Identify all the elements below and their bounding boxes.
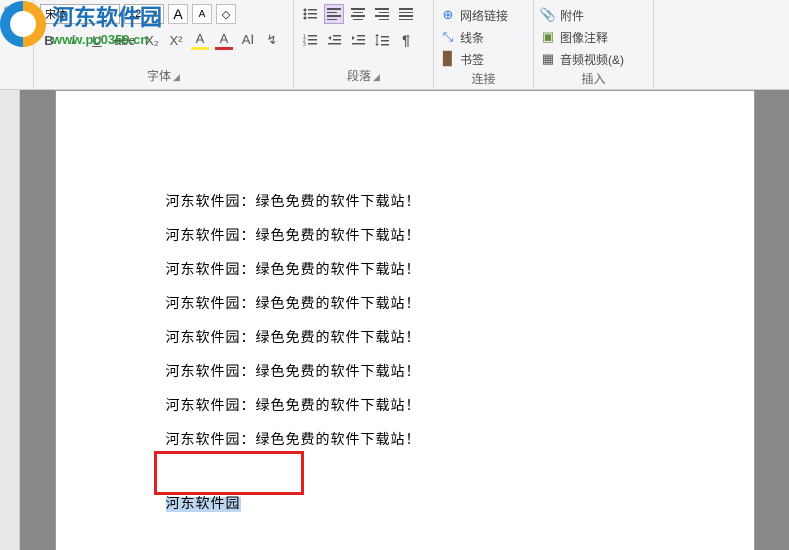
asian-layout-button[interactable]: AⅠ: [239, 30, 257, 50]
align-justify-button[interactable]: [396, 4, 416, 24]
bullet-list-icon: [303, 7, 317, 21]
red-annotation-box: [154, 451, 304, 495]
number-list-icon: 123: [303, 33, 317, 47]
increase-font-button[interactable]: A: [168, 4, 188, 24]
font-size-dropdown[interactable]: 12 ▼: [124, 4, 164, 24]
indent-icon: [351, 33, 365, 47]
show-marks-button[interactable]: ¶: [396, 30, 416, 50]
align-right-button[interactable]: [372, 4, 392, 24]
clear-format-button[interactable]: ◇: [216, 4, 236, 24]
image-icon: ▣: [540, 29, 556, 45]
bookmark-button[interactable]: ▉ 书签: [440, 48, 527, 70]
edit-diting-label: diting: [4, 19, 31, 30]
globe-link-icon: ⊕: [440, 7, 456, 23]
align-left-button[interactable]: [324, 4, 344, 24]
align-center-icon: [351, 8, 365, 20]
font-name-dropdown[interactable]: 宋体 ▼: [40, 4, 120, 24]
ribbon-group-insert: 📎 附件 ▣ 图像注释 ▦ 音频视频(&) 插入: [534, 0, 654, 88]
line-icon: ⤡: [440, 29, 456, 45]
ribbon-group-paragraph: 123 ¶ 段落◢: [294, 0, 434, 88]
superscript-button[interactable]: X²: [167, 30, 185, 50]
bookmark-icon: ▉: [440, 51, 456, 67]
paragraph-line[interactable]: 河东软件园：绿色免费的软件下载站！: [166, 327, 644, 347]
ribbon-group-links: ⊕ 网络链接 ⤡ 线条 ▉ 书签 连接: [434, 0, 534, 88]
strikethrough-button[interactable]: abc: [112, 30, 137, 50]
workspace: 河东软件园：绿色免费的软件下载站！ 河东软件园：绿色免费的软件下载站！ 河东软件…: [0, 90, 789, 550]
eraser-icon: ◇: [222, 8, 230, 21]
group-label-paragraph: 段落◢: [300, 67, 427, 88]
decrease-indent-button[interactable]: [324, 30, 344, 50]
ribbon-group-edit: eflow diting: [2, 0, 34, 88]
line-spacing-icon: [375, 33, 389, 47]
group-label-insert: 插入: [540, 70, 647, 91]
paragraph-line[interactable]: 河东软件园：绿色免费的软件下载站！: [166, 361, 644, 381]
paragraph-line[interactable]: 河东软件园：绿色免费的软件下载站！: [166, 429, 644, 449]
dialog-launcher-icon[interactable]: ◢: [173, 72, 180, 82]
paragraph-line[interactable]: 河东软件园：绿色免费的软件下载站！: [166, 259, 644, 279]
chevron-down-icon: ▼: [151, 10, 159, 19]
number-list-button[interactable]: 123: [300, 30, 320, 50]
line-button[interactable]: ⤡ 线条: [440, 26, 527, 48]
ribbon-group-font: 宋体 ▼ 12 ▼ A A ◇ B I U: [34, 0, 294, 88]
font-color-button[interactable]: A: [215, 30, 233, 50]
paragraph-line[interactable]: 河东软件园：绿色免费的软件下载站！: [166, 293, 644, 313]
bold-button[interactable]: B: [40, 30, 58, 50]
broom-icon: ↯: [267, 32, 278, 48]
italic-button[interactable]: I: [64, 30, 82, 50]
decrease-font-button[interactable]: A: [192, 4, 212, 24]
vertical-ruler[interactable]: [0, 90, 20, 550]
chevron-down-icon: ▼: [107, 10, 115, 19]
bullet-list-button[interactable]: [300, 4, 320, 24]
edit-flow-label: eflow: [4, 4, 31, 15]
increase-indent-button[interactable]: [348, 30, 368, 50]
paragraph-line[interactable]: 河东软件园：绿色免费的软件下载站！: [166, 225, 644, 245]
highlight-color-button[interactable]: A: [191, 30, 209, 50]
film-icon: ▦: [540, 51, 556, 67]
paragraph-line[interactable]: 河东软件园：绿色免费的软件下载站！: [166, 191, 644, 211]
align-center-button[interactable]: [348, 4, 368, 24]
align-left-icon: [327, 8, 341, 20]
selected-text[interactable]: 河东软件园: [166, 497, 241, 512]
align-justify-icon: [399, 8, 413, 20]
subscript-button[interactable]: X₂: [143, 30, 161, 50]
font-size-value: 12: [129, 8, 141, 20]
audio-video-button[interactable]: ▦ 音频视频(&): [540, 48, 647, 70]
line-spacing-button[interactable]: [372, 30, 392, 50]
group-label-links: 连接: [440, 70, 527, 91]
outdent-icon: [327, 33, 341, 47]
document-page[interactable]: 河东软件园：绿色免费的软件下载站！ 河东软件园：绿色免费的软件下载站！ 河东软件…: [55, 90, 755, 550]
align-right-icon: [375, 8, 389, 20]
clear-button[interactable]: ↯: [263, 30, 281, 50]
ribbon-toolbar: eflow diting 宋体 ▼ 12 ▼ A A: [0, 0, 789, 90]
underline-button[interactable]: U: [88, 30, 106, 50]
paragraph-selected[interactable]: 河东软件园: [166, 493, 644, 513]
svg-text:3: 3: [303, 42, 306, 47]
attachment-button[interactable]: 📎 附件: [540, 4, 647, 26]
image-annotation-button[interactable]: ▣ 图像注释: [540, 26, 647, 48]
dialog-launcher-icon[interactable]: ◢: [373, 72, 380, 82]
font-name-value: 宋体: [45, 6, 67, 22]
hyperlink-button[interactable]: ⊕ 网络链接: [440, 4, 527, 26]
paragraph-line[interactable]: 河东软件园：绿色免费的软件下载站！: [166, 395, 644, 415]
paperclip-icon: 📎: [540, 7, 556, 23]
group-label-font: 字体◢: [40, 67, 287, 88]
document-scroll-area[interactable]: 河东软件园：绿色免费的软件下载站！ 河东软件园：绿色免费的软件下载站！ 河东软件…: [20, 90, 789, 550]
